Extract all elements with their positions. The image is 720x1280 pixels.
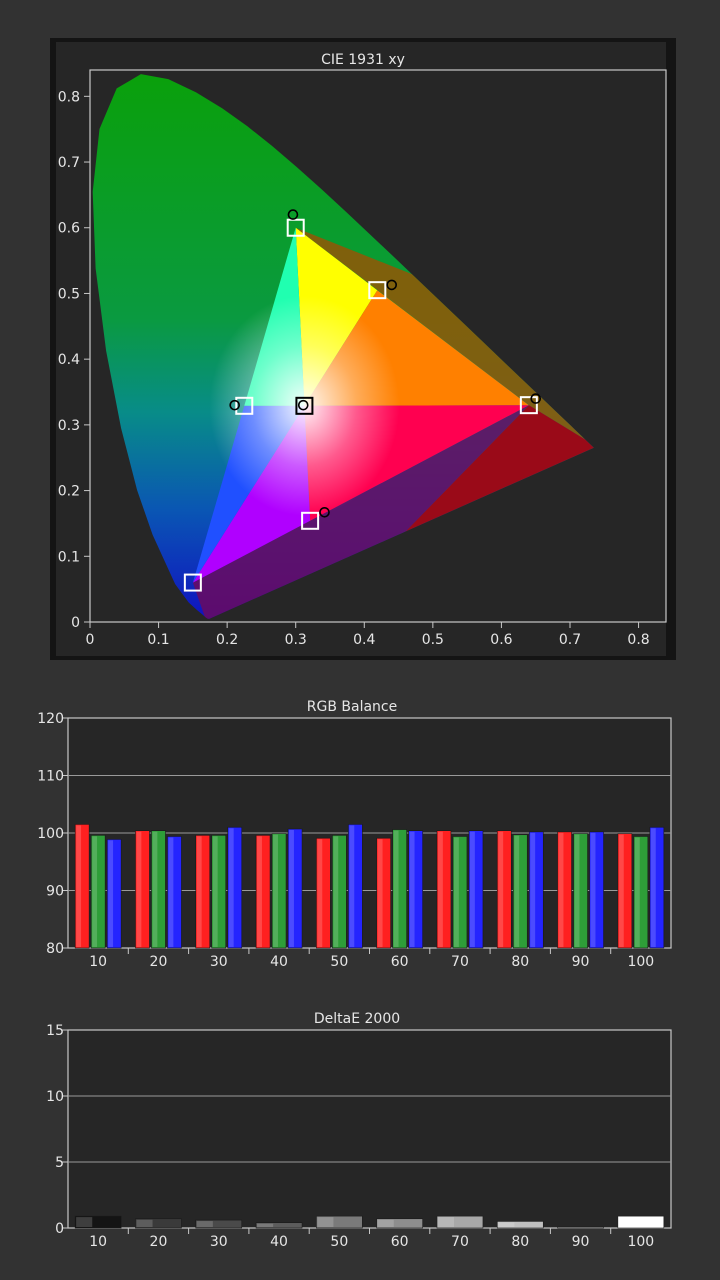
bar-highlight xyxy=(196,1221,213,1227)
x-tick-label: 80 xyxy=(511,954,529,970)
bar-highlight xyxy=(650,828,656,947)
x-tick-label: 100 xyxy=(627,1234,654,1250)
x-tick-label: 80 xyxy=(511,1234,529,1250)
x-tick-label: 50 xyxy=(330,954,348,970)
y-tick-label: 10 xyxy=(46,1089,64,1105)
bar-highlight xyxy=(196,836,202,947)
bar-highlight xyxy=(469,831,475,947)
cie-x-tick-label: 0.3 xyxy=(285,632,307,648)
bar-highlight xyxy=(377,839,383,947)
y-tick-label: 0 xyxy=(55,1221,64,1237)
cie-title: CIE 1931 xy xyxy=(321,52,405,68)
bar-highlight xyxy=(333,836,339,947)
y-tick-label: 110 xyxy=(37,769,64,785)
cie-x-tick-label: 0 xyxy=(86,632,95,648)
bar-highlight xyxy=(574,834,580,947)
bar-highlight xyxy=(152,831,158,947)
charts-canvas: CIE 1931 xy 0 0.1 0.2 0.3 0.4 0.5 0.6 0.7 0.8 0 0.… xyxy=(37,38,676,1250)
cie-y-tick-label: 0 xyxy=(71,615,80,631)
rgb-balance-chart: RGB Balance 80 90 100 110 120 10 20 30 40 50 60 70 8… xyxy=(37,699,672,970)
bar-highlight xyxy=(409,831,415,947)
bar-highlight xyxy=(168,837,174,947)
deltae-plot-area xyxy=(67,1029,672,1229)
bar-highlight xyxy=(317,1217,334,1227)
x-tick-label: 20 xyxy=(150,1234,168,1250)
x-tick-label: 60 xyxy=(391,1234,409,1250)
cie-y-tick-label: 0.3 xyxy=(58,418,80,434)
x-tick-label: 50 xyxy=(330,1234,348,1250)
y-tick-label: 15 xyxy=(46,1023,64,1039)
bar-highlight xyxy=(349,825,355,947)
x-tick-label: 90 xyxy=(572,1234,590,1250)
bar-highlight xyxy=(558,832,564,947)
bar-highlight xyxy=(618,1217,635,1227)
x-tick-label: 10 xyxy=(89,954,107,970)
y-tick-label: 5 xyxy=(55,1155,64,1171)
cie-x-tick-label: 0.1 xyxy=(147,632,169,648)
bar-highlight xyxy=(212,836,218,947)
cie-y-tick-label: 0.4 xyxy=(58,352,80,368)
y-tick-label: 120 xyxy=(37,711,64,727)
bar-highlight xyxy=(514,835,520,947)
cie-y-tick-label: 0.1 xyxy=(58,549,80,565)
cie-x-tick-label: 0.7 xyxy=(559,632,581,648)
cie-x-tick-label: 0.4 xyxy=(353,632,375,648)
bar-highlight xyxy=(618,834,624,947)
bar-highlight xyxy=(437,1217,455,1227)
bar-highlight xyxy=(228,828,234,947)
x-tick-label: 20 xyxy=(150,954,168,970)
x-tick-label: 70 xyxy=(451,954,469,970)
bar-highlight xyxy=(257,836,262,947)
bar xyxy=(557,1226,604,1229)
white-point-glow xyxy=(209,295,400,516)
x-tick-label: 10 xyxy=(89,1234,107,1250)
bar-highlight xyxy=(289,829,294,947)
y-tick-label: 90 xyxy=(46,884,64,900)
bar-highlight xyxy=(498,1222,515,1227)
x-tick-label: 30 xyxy=(210,954,228,970)
bar-highlight xyxy=(257,1223,274,1227)
bar-highlight xyxy=(273,834,278,947)
rgb-title: RGB Balance xyxy=(307,699,397,715)
cie-x-tick-label: 0.2 xyxy=(216,632,238,648)
cie-y-tick-label: 0.7 xyxy=(58,155,80,171)
bar-highlight xyxy=(108,840,114,947)
cie-x-tick-label: 0.6 xyxy=(490,632,512,648)
bar-highlight xyxy=(136,831,142,947)
bar-highlight xyxy=(590,832,596,947)
bar-highlight xyxy=(453,837,459,947)
cie-chart: CIE 1931 xy 0 0.1 0.2 0.3 0.4 0.5 0.6 0.7 0.8 0 0.… xyxy=(50,38,676,660)
bar-highlight xyxy=(136,1219,153,1227)
cie-y-tick-label: 0.8 xyxy=(58,89,80,105)
x-tick-label: 40 xyxy=(270,954,288,970)
x-tick-label: 90 xyxy=(572,954,590,970)
bar-highlight xyxy=(76,1217,93,1227)
bar-highlight xyxy=(377,1219,394,1227)
cie-x-tick-label: 0.5 xyxy=(422,632,444,648)
deltae-chart: DeltaE 2000 0 5 10 15 10 20 30 40 50 60 70 80 90 100 xyxy=(46,1011,672,1250)
bar-highlight xyxy=(92,836,98,947)
bar-highlight xyxy=(634,837,640,947)
y-tick-label: 100 xyxy=(37,826,64,842)
cie-y-tick-label: 0.2 xyxy=(58,484,80,500)
deltae-title: DeltaE 2000 xyxy=(314,1011,400,1027)
x-tick-label: 60 xyxy=(391,954,409,970)
bar-highlight xyxy=(530,832,536,947)
bar-highlight xyxy=(393,830,399,947)
y-tick-label: 80 xyxy=(46,941,64,957)
bar-highlight xyxy=(498,831,504,947)
cie-y-tick-label: 0.6 xyxy=(58,221,80,237)
cie-y-tick-label: 0.5 xyxy=(58,286,80,302)
x-tick-label: 40 xyxy=(270,1234,288,1250)
x-tick-label: 100 xyxy=(627,954,654,970)
x-tick-label: 70 xyxy=(451,1234,469,1250)
cie-x-tick-label: 0.8 xyxy=(627,632,649,648)
bar-highlight xyxy=(437,831,443,947)
bar-highlight xyxy=(76,825,82,947)
bar-highlight xyxy=(317,839,323,947)
x-tick-label: 30 xyxy=(210,1234,228,1250)
